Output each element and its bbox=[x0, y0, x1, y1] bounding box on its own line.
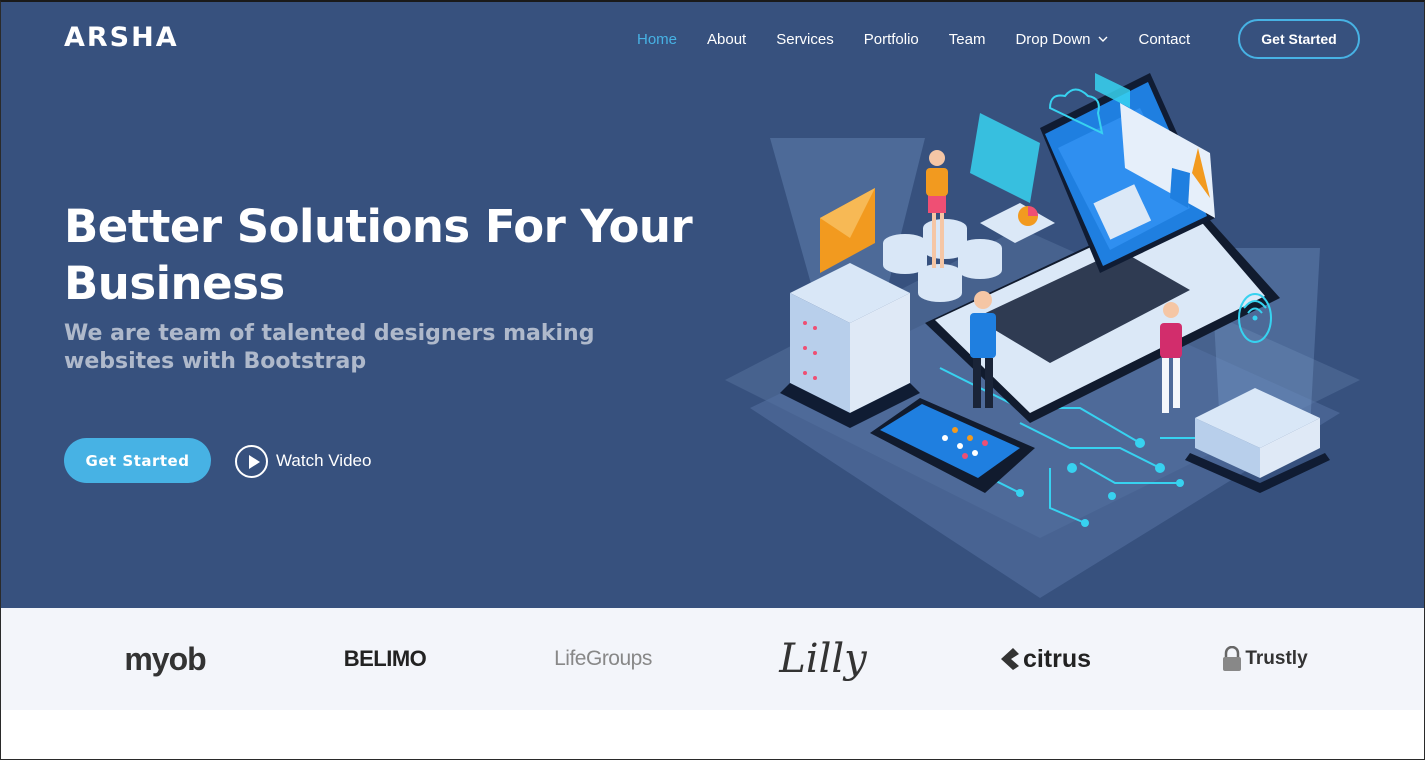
client-logo-trustly-text: Trustly bbox=[1245, 648, 1308, 669]
client-logo-citrus: citrus bbox=[990, 608, 1100, 710]
client-logo-lilly: Lilly bbox=[779, 636, 867, 682]
hero-illustration bbox=[725, 73, 1360, 598]
watch-video-button[interactable]: Watch Video bbox=[235, 444, 371, 478]
nav-team[interactable]: Team bbox=[949, 31, 986, 48]
nav-dropdown-label: Drop Down bbox=[1015, 30, 1091, 48]
client-logo-myob: myob bbox=[124, 640, 206, 677]
watch-video-label: Watch Video bbox=[276, 451, 372, 470]
nav-home[interactable]: Home bbox=[637, 31, 677, 48]
lock-icon bbox=[1223, 646, 1242, 671]
citrus-mark-icon bbox=[1000, 648, 1019, 670]
client-logo-belimo-text: BELIMO bbox=[343, 646, 427, 671]
site-logo[interactable]: ARSHA bbox=[64, 22, 179, 54]
clients-section: myob BELIMO LifeGroups Lilly citrus Trus… bbox=[0, 608, 1425, 710]
hero-get-started-button[interactable]: Get Started bbox=[64, 438, 211, 483]
client-logo-citrus-text: citrus bbox=[1022, 644, 1092, 673]
client-logo-lifegroups: LifeGroups bbox=[554, 647, 652, 670]
nav-services[interactable]: Services bbox=[776, 31, 834, 48]
nav-portfolio[interactable]: Portfolio bbox=[864, 31, 919, 48]
hero-subtitle: We are team of talented designers making… bbox=[64, 321, 595, 374]
hero-section: ARSHA Home About Services Portfolio Team… bbox=[0, 0, 1425, 608]
nav-about[interactable]: About bbox=[707, 31, 746, 48]
header-get-started-button[interactable]: Get Started bbox=[1238, 19, 1360, 59]
hero-title: Better Solutions For Your Business bbox=[64, 200, 693, 310]
main-nav: Home About Services Portfolio Team Drop … bbox=[622, 22, 1205, 56]
play-icon bbox=[235, 444, 268, 478]
chevron-down-icon bbox=[1098, 36, 1107, 42]
client-logo-belimo: BELIMO bbox=[330, 608, 440, 710]
nav-contact[interactable]: Contact bbox=[1139, 31, 1191, 48]
nav-dropdown[interactable]: Drop Down bbox=[1015, 31, 1108, 48]
client-logo-trustly: Trustly bbox=[1210, 608, 1320, 710]
